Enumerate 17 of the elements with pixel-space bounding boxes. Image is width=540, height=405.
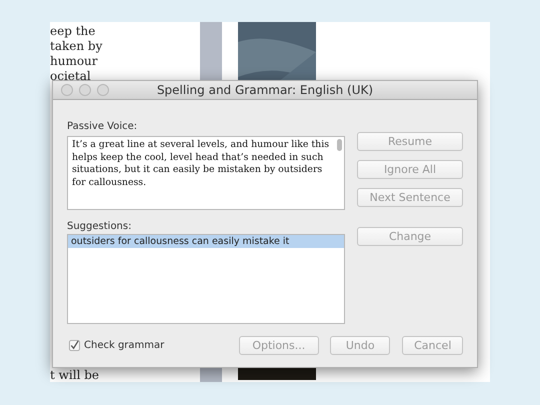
window-title: Spelling and Grammar: English (UK) [156, 83, 374, 97]
close-icon[interactable] [61, 84, 73, 96]
document-text: humour [50, 54, 98, 69]
checkbox-label: Check grammar [84, 340, 164, 351]
document-text: t will be [50, 369, 100, 382]
document-text: taken by [50, 39, 102, 54]
sentence-text: It’s a great line at several levels, and humour like this helps keep the cool, level head that’s needed in such situations, but it can easily be mistaken by outsiders for callousness. [72, 139, 330, 189]
minimize-icon[interactable] [79, 84, 91, 96]
checkbox[interactable] [69, 340, 80, 351]
section-label: Passive Voice: [67, 121, 138, 132]
document-text: eep the [50, 24, 96, 39]
sentence-box[interactable]: It’s a great line at several levels, and humour like this helps keep the cool, level head that’s needed in such situations, but it can easily be mistaken by outsiders for callousness. [67, 136, 345, 210]
suggestion-item[interactable]: outsiders for callousness can easily mistake it [68, 235, 344, 248]
section-label: Suggestions: [67, 221, 132, 232]
document-text: ocietal [50, 69, 91, 84]
scroll-bar[interactable] [337, 139, 342, 151]
zoom-icon[interactable] [97, 84, 109, 96]
